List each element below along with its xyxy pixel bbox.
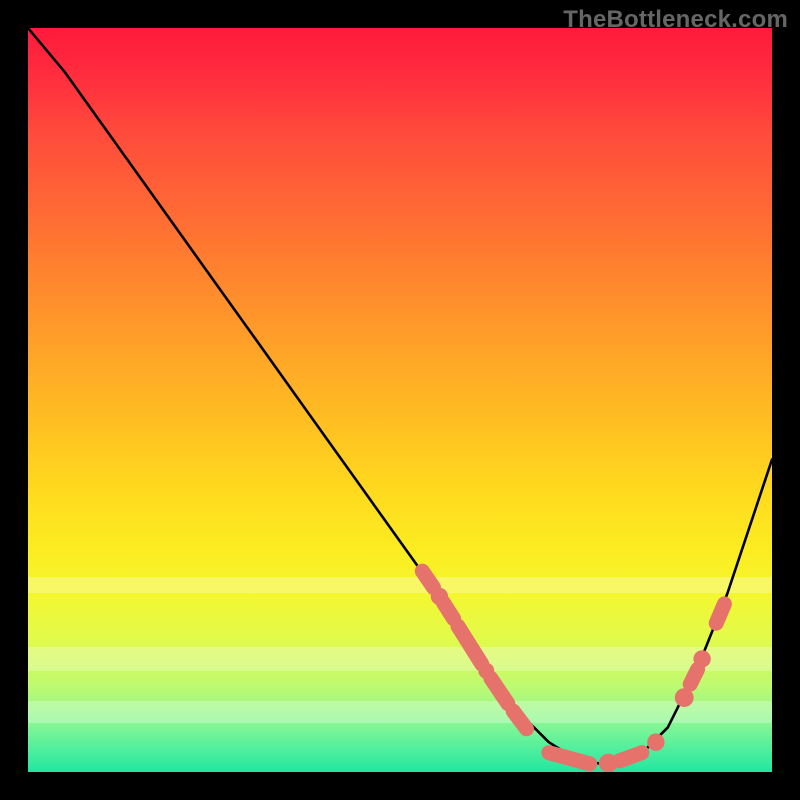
marker-capsule	[458, 626, 482, 664]
marker-dot	[693, 650, 710, 667]
marker-capsule	[690, 669, 697, 684]
marker-capsule	[549, 753, 590, 764]
marker-capsule	[716, 604, 724, 623]
watermark-text: TheBottleneck.com	[563, 6, 788, 34]
plot-area	[28, 28, 772, 772]
marker-dot	[647, 734, 664, 751]
curve-svg	[28, 28, 772, 772]
marker-capsule	[422, 571, 433, 587]
marker-capsule	[491, 678, 508, 703]
chart-wrapper: TheBottleneck.com	[0, 0, 800, 800]
marker-capsule	[620, 753, 642, 761]
marker-capsule	[443, 602, 453, 618]
marker-capsule	[513, 711, 526, 729]
bottleneck-curve	[28, 28, 772, 765]
